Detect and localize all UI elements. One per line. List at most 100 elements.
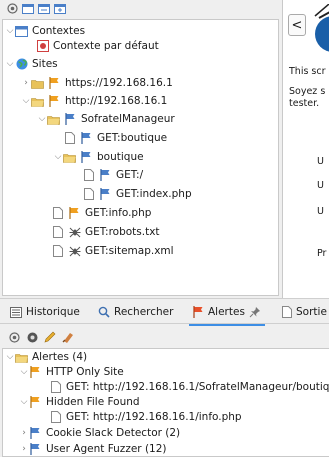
chevron-down-icon[interactable]: ⌵ [19, 397, 29, 407]
folder-icon [31, 77, 44, 90]
alerts-root[interactable]: ⌵ Alertes (4) [5, 349, 88, 365]
tree-node-boutique[interactable]: ⌵ boutique [53, 148, 144, 166]
flag-blue-icon [99, 188, 112, 201]
tree-node-sites[interactable]: ⌵ Sites [5, 55, 58, 73]
alerts-toolbar [0, 326, 329, 348]
delete-icon[interactable] [62, 332, 74, 343]
folder-open-icon [47, 113, 60, 126]
url-label-3: U [317, 206, 324, 217]
chevron-down-icon[interactable]: ⌵ [21, 96, 31, 106]
get-index-label: GET:index.php [116, 188, 192, 200]
alerts-root-label: Alertes (4) [32, 351, 88, 363]
chevron-down-icon[interactable]: ⌵ [5, 26, 15, 36]
context-icon [36, 40, 49, 53]
alert-hidden-file-instance[interactable]: GET: http://192.168.16.1/info.php [49, 409, 242, 425]
flag-orange-icon [29, 366, 42, 379]
flag-blue-icon [29, 443, 42, 456]
chevron-down-icon[interactable]: ⌵ [5, 59, 15, 69]
intro-line-1: This scr [289, 66, 326, 77]
tree-node-default-context[interactable]: Contexte par défaut [36, 37, 159, 55]
tab-output-label: Sortie [296, 306, 327, 318]
tree-node-get-index[interactable]: GET:index.php [82, 185, 192, 203]
sites-toolbar [0, 0, 279, 16]
tree-node-get-robots[interactable]: GET:robots.txt [51, 223, 160, 241]
get-sitemap-label: GET:sitemap.xml [85, 245, 174, 257]
target-icon[interactable] [8, 331, 20, 343]
flag-red-icon [193, 306, 203, 318]
tree-node-site-http[interactable]: ⌵ http://192.168.16.1 [21, 92, 167, 110]
chevron-down-icon[interactable]: ⌵ [19, 367, 29, 377]
alerts-tree: ⌵ Alertes (4) ⌵ HTTP Only Site GET: http… [2, 348, 329, 457]
file-icon [49, 381, 62, 394]
url-label-1: U [317, 156, 324, 167]
file-icon [63, 132, 76, 145]
get-root-label: GET:/ [116, 169, 144, 181]
pin-icon[interactable] [249, 306, 261, 318]
boutique-label: boutique [97, 151, 144, 163]
tree-node-get-boutique[interactable]: GET:boutique [63, 129, 167, 147]
edit-icon[interactable] [44, 331, 56, 343]
get-info-label: GET:info.php [85, 207, 152, 219]
filter-icon[interactable] [26, 332, 38, 343]
alert-cookie-slack[interactable]: › Cookie Slack Detector (2) [19, 425, 180, 441]
import-context-icon[interactable] [38, 3, 50, 14]
file-icon [49, 411, 62, 424]
intro-line-2: Soyez s [289, 86, 326, 97]
folder-open-icon [15, 351, 28, 364]
contexts-icon [15, 25, 28, 38]
get-robots-label: GET:robots.txt [85, 226, 160, 238]
tab-alerts[interactable]: Alertes [189, 303, 265, 326]
flag-orange-icon [68, 207, 81, 220]
folder-open-icon [63, 151, 76, 164]
tree-node-get-root[interactable]: GET:/ [82, 166, 143, 184]
zap-logo-icon [311, 3, 329, 54]
tab-alerts-label: Alertes [208, 306, 245, 318]
file-icon [51, 226, 64, 239]
alert-cookie-slack-label: Cookie Slack Detector (2) [46, 427, 181, 439]
tree-node-site-https[interactable]: › https://192.168.16.1 [21, 74, 173, 92]
chevron-right-icon[interactable]: › [19, 444, 29, 454]
tree-node-get-sitemap[interactable]: GET:sitemap.xml [51, 242, 174, 260]
quick-start-panel: < This scr Soyez s tester. U U U Pr [282, 0, 329, 300]
tab-history-label: Historique [26, 306, 80, 318]
get-boutique-label: GET:boutique [97, 132, 168, 144]
export-context-icon[interactable] [54, 3, 66, 14]
tab-search[interactable]: Rechercher [98, 303, 173, 321]
tab-output[interactable]: Sortie [282, 303, 327, 321]
sites-tree: ⌵ Contextes Contexte par défaut ⌵ Sites … [2, 19, 279, 296]
alert-http-only[interactable]: ⌵ HTTP Only Site [19, 364, 124, 380]
file-icon [51, 207, 64, 220]
default-context-label: Contexte par défaut [53, 40, 159, 52]
flag-orange-icon [29, 396, 42, 409]
tab-history[interactable]: Historique [10, 303, 80, 321]
target-icon[interactable] [6, 2, 18, 14]
globe-icon [15, 58, 28, 71]
flag-blue-icon [64, 113, 77, 126]
alert-hidden-file[interactable]: ⌵ Hidden File Found [19, 394, 140, 410]
chevron-down-icon[interactable]: ⌵ [5, 352, 15, 362]
flag-blue-icon [29, 427, 42, 440]
new-context-icon[interactable] [22, 3, 34, 14]
tree-node-get-info[interactable]: GET:info.php [51, 204, 151, 222]
chevron-down-icon[interactable]: ⌵ [53, 152, 63, 162]
file-icon [51, 245, 64, 258]
spider-icon [68, 245, 81, 258]
alert-ua-fuzzer[interactable]: › User Agent Fuzzer (12) [19, 441, 167, 456]
bottom-tabs: Historique Rechercher Alertes Sortie [0, 298, 329, 326]
chevron-down-icon[interactable]: ⌵ [37, 114, 47, 124]
url-label-2: U [317, 180, 324, 191]
alert-http-only-label: HTTP Only Site [46, 366, 124, 378]
sofratel-label: SofratelManageur [81, 113, 175, 125]
alert-http-only-instance[interactable]: GET: http://192.168.16.1/SofratelManageu… [49, 379, 329, 395]
history-icon [10, 306, 22, 318]
chevron-right-icon[interactable]: › [19, 428, 29, 438]
back-button[interactable]: < [288, 14, 306, 36]
tab-search-label: Rechercher [114, 306, 174, 318]
site-http-label: http://192.168.16.1 [65, 95, 168, 107]
alert-http-only-url: GET: http://192.168.16.1/SofratelManageu… [66, 381, 329, 393]
spider-icon [68, 226, 81, 239]
chevron-right-icon[interactable]: › [21, 78, 31, 88]
file-icon [82, 169, 95, 182]
flag-blue-icon [80, 132, 93, 145]
tree-node-sofratel[interactable]: ⌵ SofratelManageur [37, 110, 175, 128]
